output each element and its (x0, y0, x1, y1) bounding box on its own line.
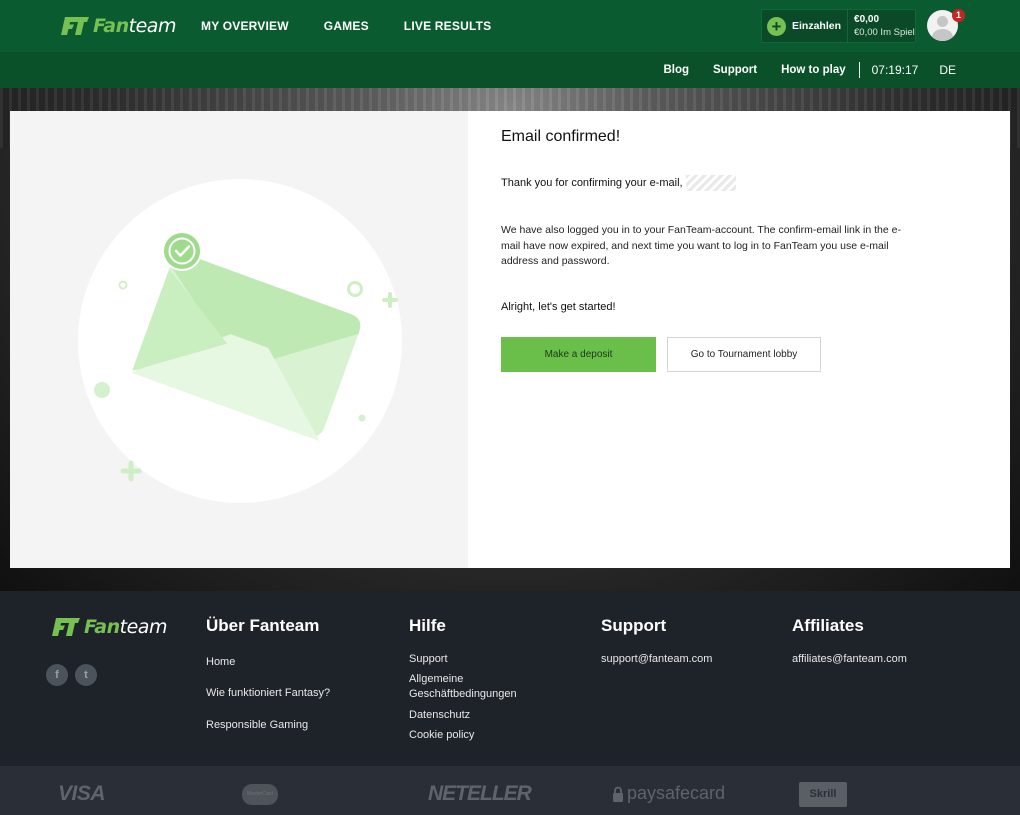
footer-link-home[interactable]: Home (206, 655, 235, 670)
illustration-panel (10, 111, 468, 568)
padlock-icon (613, 786, 623, 802)
fanteam-logo-mark-icon (52, 618, 80, 636)
neteller-logo: NETELLER (428, 782, 532, 805)
fanteam-logo-mark-icon (61, 17, 89, 35)
login-info-paragraph: We have also logged you in to your FanTe… (501, 224, 901, 267)
footer: Fanteam f t Über Fanteam Home Wie funkti… (0, 591, 1020, 766)
footer-affiliates-title: Affiliates (792, 616, 864, 635)
deposit-button[interactable]: + Einzahlen (762, 10, 849, 42)
avatar-head (937, 16, 948, 27)
mastercard-logo: MasterCard (242, 784, 278, 805)
footer-link-how-fantasy[interactable]: Wie funktioniert Fantasy? (206, 686, 330, 701)
facebook-icon[interactable]: f (46, 664, 68, 686)
thanks-text: Thank you for confirming your e-mail, (501, 177, 683, 189)
deposit-label: Einzahlen (792, 20, 842, 32)
page-title: Email confirmed! (501, 128, 621, 145)
plus-icon: + (767, 16, 786, 36)
wallet-widget: + Einzahlen €0,00 €0,00 Im Spiel (761, 9, 916, 43)
nav-my-overview[interactable]: MY OVERVIEW (201, 19, 289, 33)
footer-about-title: Über Fanteam (206, 616, 320, 635)
affiliates-email-link[interactable]: affiliates@fanteam.com (792, 652, 907, 667)
footer-logo[interactable]: Fanteam (52, 615, 167, 639)
tournament-lobby-button[interactable]: Go to Tournament lobby (667, 337, 821, 372)
get-started-text: Alright, let's get started! (501, 301, 616, 313)
balance-amount: €0,00 (854, 14, 880, 25)
footer-help-title: Hilfe (409, 616, 446, 635)
footer-link-privacy[interactable]: Datenschutz (409, 708, 470, 723)
in-play-amount: €0,00 Im Spiel (854, 27, 915, 38)
sub-nav: Blog Support How to play 07:19:17 DE (663, 52, 1020, 88)
skrill-logo: Skrill (799, 782, 847, 807)
footer-link-terms[interactable]: Allgemeine Geschäftbedingungen (409, 672, 539, 701)
language-selector[interactable]: DE (939, 63, 956, 77)
paysafecard-text: paysafecard (627, 783, 726, 803)
fanteam-logo[interactable]: Fanteam (61, 14, 176, 38)
paysafecard-logo: paysafecard (613, 783, 725, 804)
top-header: Fanteam MY OVERVIEW GAMES LIVE RESULTS +… (0, 0, 1020, 52)
sub-header: Blog Support How to play 07:19:17 DE (0, 52, 1020, 88)
main-nav: MY OVERVIEW GAMES LIVE RESULTS (201, 0, 526, 52)
confirmation-card: Email confirmed! Thank you for confirmin… (10, 111, 1010, 568)
divider (858, 62, 860, 78)
envelope-check-icon (94, 231, 398, 482)
clock: 07:19:17 (871, 63, 919, 77)
twitter-icon[interactable]: t (75, 664, 97, 686)
logo-text: Fanteam (84, 616, 167, 638)
subnav-blog[interactable]: Blog (663, 64, 689, 76)
support-email-link[interactable]: support@fanteam.com (601, 652, 712, 667)
redacted-email (685, 175, 736, 191)
avatar-body (932, 29, 953, 41)
footer-support-title: Support (601, 616, 667, 635)
payment-methods-bar: VISA MasterCard NETELLER paysafecard Skr… (0, 766, 1020, 815)
make-deposit-button[interactable]: Make a deposit (501, 337, 656, 372)
logo-text: Fanteam (93, 15, 176, 37)
footer-link-responsible-gaming[interactable]: Responsible Gaming (206, 718, 308, 733)
visa-logo: VISA (58, 782, 106, 805)
footer-link-support[interactable]: Support (409, 652, 448, 667)
nav-games[interactable]: GAMES (324, 19, 369, 33)
nav-live-results[interactable]: LIVE RESULTS (404, 19, 492, 33)
subnav-support[interactable]: Support (713, 64, 757, 76)
notification-badge[interactable]: 1 (952, 9, 965, 22)
balance-display: €0,00 €0,00 Im Spiel (848, 13, 915, 39)
subnav-how-to-play[interactable]: How to play (781, 64, 846, 76)
thanks-message: Thank you for confirming your e-mail, (501, 175, 736, 191)
footer-link-cookie-policy[interactable]: Cookie policy (409, 728, 474, 743)
